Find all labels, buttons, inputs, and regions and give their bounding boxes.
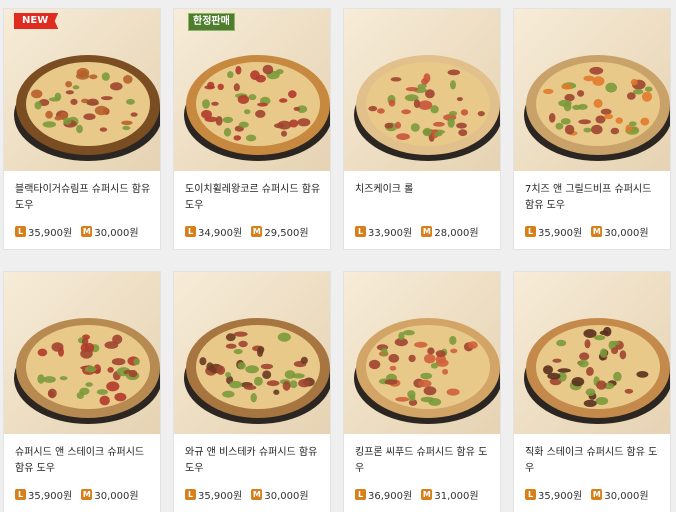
price-row: L 35,900원 M 30,000원 <box>15 224 145 239</box>
price-medium: 30,000원 <box>604 491 649 502</box>
price-large: 35,900원 <box>198 491 243 502</box>
size-m-icon: M <box>421 226 433 237</box>
pizza-card[interactable]: 한정판매 도이치휠레왕코르 슈퍼시드 함유 도우 L 34,900원 M 29,50… <box>174 9 330 249</box>
pizza-illustration <box>14 318 160 424</box>
price-large: 35,900원 <box>538 228 583 239</box>
price-medium: 30,000원 <box>94 228 139 239</box>
pizza-name[interactable]: 도이치휠레왕코르 슈퍼시드 함유 도우 <box>185 182 323 214</box>
price-row: L 35,900원 M 30,000원 <box>525 224 655 239</box>
pizza-illustration <box>354 318 500 424</box>
pizza-name[interactable]: 슈퍼시드 앤 스테이크 슈퍼시드 함유 도우 <box>15 445 153 477</box>
size-m-icon: M <box>81 489 93 500</box>
price-medium: 29,500원 <box>264 228 309 239</box>
pizza-image[interactable] <box>174 9 330 171</box>
pizza-name[interactable]: 직화 스테이크 슈퍼시드 함유 도우 <box>525 445 663 477</box>
pizza-card[interactable]: NEW 블랙타이거슈림프 슈퍼시드 함유 도우 L 35,900원 M 30,000… <box>4 9 160 249</box>
price-medium: 31,000원 <box>434 491 479 502</box>
pizza-image[interactable] <box>344 272 500 434</box>
pizza-illustration <box>524 55 670 161</box>
size-m-icon: M <box>421 489 433 500</box>
pizza-name[interactable]: 치즈케이크 롤 <box>355 182 493 198</box>
pizza-name[interactable]: 7치즈 앤 그릴드비프 슈퍼시드 함유 도우 <box>525 182 663 214</box>
pizza-image[interactable] <box>344 9 500 171</box>
pizza-image[interactable] <box>514 272 670 434</box>
size-l-icon: L <box>525 489 536 500</box>
size-l-icon: L <box>355 226 366 237</box>
price-large: 35,900원 <box>538 491 583 502</box>
size-m-icon: M <box>251 489 263 500</box>
price-row: L 36,900원 M 31,000원 <box>355 487 485 502</box>
price-row: L 35,900원 M 30,000원 <box>525 487 655 502</box>
size-l-icon: L <box>185 226 196 237</box>
size-l-icon: L <box>15 226 26 237</box>
price-medium: 28,000원 <box>434 228 479 239</box>
pizza-name[interactable]: 블랙타이거슈림프 슈퍼시드 함유 도우 <box>15 182 153 214</box>
pizza-card[interactable]: 킹프론 씨푸드 슈퍼시드 함유 도우 L 36,900원 M 31,000원 <box>344 272 500 512</box>
size-l-icon: L <box>355 489 366 500</box>
size-m-icon: M <box>591 489 603 500</box>
size-l-icon: L <box>525 226 536 237</box>
pizza-card[interactable]: 직화 스테이크 슈퍼시드 함유 도우 L 35,900원 M 30,000원 <box>514 272 670 512</box>
pizza-image[interactable] <box>4 9 160 171</box>
price-medium: 30,000원 <box>94 491 139 502</box>
pizza-name[interactable]: 킹프론 씨푸드 슈퍼시드 함유 도우 <box>355 445 493 477</box>
size-l-icon: L <box>185 489 196 500</box>
price-row: L 35,900원 M 30,000원 <box>15 487 145 502</box>
price-large: 33,900원 <box>368 228 413 239</box>
pizza-card[interactable]: 와규 앤 비스테카 슈퍼시드 함유 도우 L 35,900원 M 30,000원 <box>174 272 330 512</box>
price-large: 35,900원 <box>28 228 73 239</box>
pizza-card[interactable]: 슈퍼시드 앤 스테이크 슈퍼시드 함유 도우 L 35,900원 M 30,000원 <box>4 272 160 512</box>
pizza-card[interactable]: 치즈케이크 롤 L 33,900원 M 28,000원 <box>344 9 500 249</box>
pizza-illustration <box>354 55 500 161</box>
size-m-icon: M <box>251 226 263 237</box>
price-large: 36,900원 <box>368 491 413 502</box>
price-medium: 30,000원 <box>264 491 309 502</box>
price-row: L 34,900원 M 29,500원 <box>185 224 315 239</box>
pizza-image[interactable] <box>4 272 160 434</box>
limited-badge: 한정판매 <box>188 13 235 31</box>
price-row: L 33,900원 M 28,000원 <box>355 224 485 239</box>
size-m-icon: M <box>81 226 93 237</box>
pizza-illustration <box>184 55 330 161</box>
pizza-image[interactable] <box>514 9 670 171</box>
pizza-image[interactable] <box>174 272 330 434</box>
pizza-illustration <box>524 318 670 424</box>
pizza-illustration <box>14 55 160 161</box>
pizza-name[interactable]: 와규 앤 비스테카 슈퍼시드 함유 도우 <box>185 445 323 477</box>
size-l-icon: L <box>15 489 26 500</box>
new-badge: NEW <box>14 13 59 29</box>
pizza-card[interactable]: 7치즈 앤 그릴드비프 슈퍼시드 함유 도우 L 35,900원 M 30,000원 <box>514 9 670 249</box>
price-large: 34,900원 <box>198 228 243 239</box>
price-large: 35,900원 <box>28 491 73 502</box>
size-m-icon: M <box>591 226 603 237</box>
pizza-illustration <box>184 318 330 424</box>
price-medium: 30,000원 <box>604 228 649 239</box>
price-row: L 35,900원 M 30,000원 <box>185 487 315 502</box>
